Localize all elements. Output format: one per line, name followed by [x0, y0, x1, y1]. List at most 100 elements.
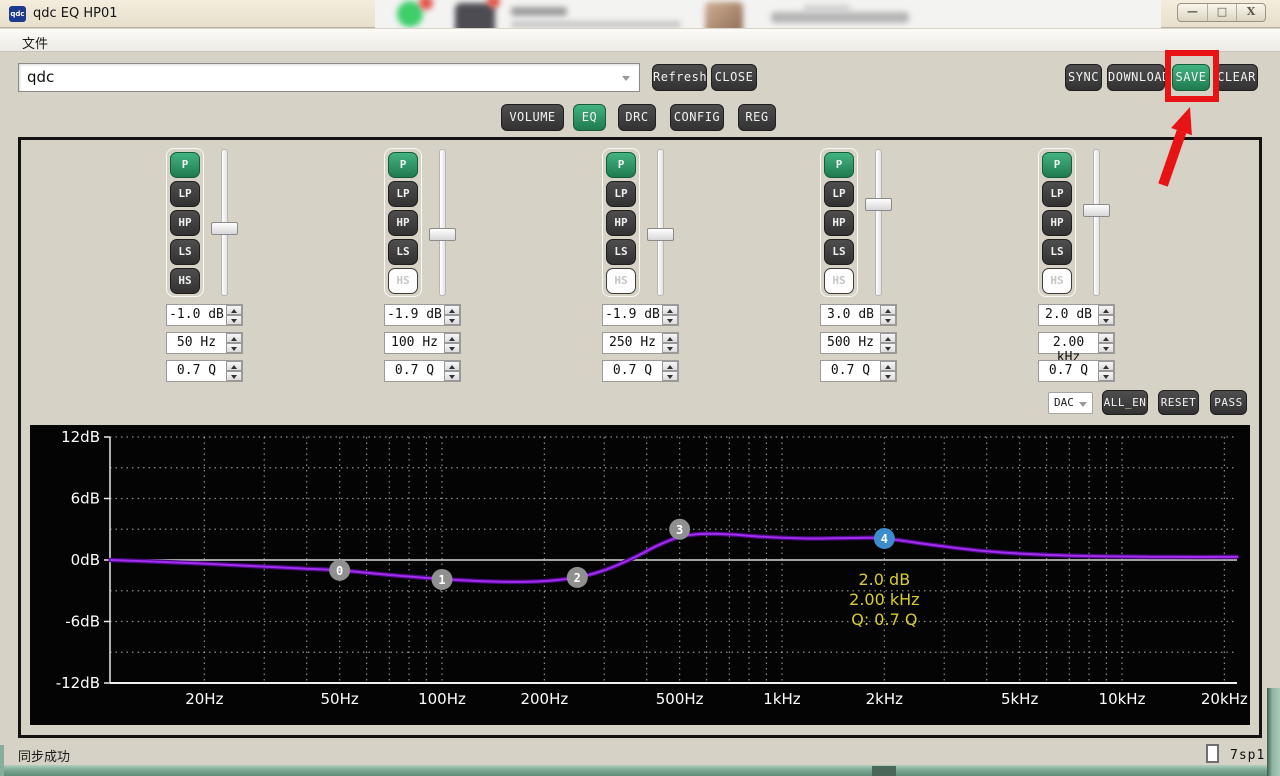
close-window-button[interactable]: X	[1236, 4, 1265, 21]
band3-filter-hs[interactable]: HS	[606, 268, 636, 294]
all-en-button[interactable]: ALL_EN	[1102, 390, 1148, 415]
spin-up-button[interactable]	[1098, 361, 1114, 371]
spin-up-button[interactable]	[1098, 333, 1114, 343]
spin-down-button[interactable]	[662, 371, 678, 381]
tab-reg[interactable]: REG	[738, 104, 776, 131]
band3-gain-slider-handle[interactable]	[647, 228, 674, 241]
band2-gain-slider-track[interactable]	[439, 149, 446, 296]
spin-down-button[interactable]	[662, 315, 678, 325]
spin-down-button[interactable]	[226, 371, 242, 381]
band5-gain-slider-handle[interactable]	[1083, 204, 1110, 217]
band2-gain-spinbox[interactable]: -1.9 dB	[384, 304, 461, 326]
spin-up-button[interactable]	[226, 305, 242, 315]
band5-filter-p[interactable]: P	[1042, 152, 1072, 178]
close-button[interactable]: CLOSE	[711, 64, 757, 91]
band1-filter-p[interactable]: P	[170, 152, 200, 178]
spin-down-button[interactable]	[444, 371, 460, 381]
spin-down-button[interactable]	[880, 315, 896, 325]
clear-button[interactable]: CLEAR	[1215, 64, 1258, 91]
band1-filter-lp[interactable]: LP	[170, 181, 200, 207]
spin-up-button[interactable]	[1098, 305, 1114, 315]
band3-freq-spinbox[interactable]: 250 Hz	[602, 332, 679, 354]
band5-gain-spinbox[interactable]: 2.0 dB	[1038, 304, 1115, 326]
sync-button[interactable]: SYNC	[1065, 64, 1102, 91]
download-button[interactable]: DOWNLOAD	[1107, 64, 1165, 91]
pass-button[interactable]: PASS	[1210, 390, 1247, 415]
band4-filter-hs[interactable]: HS	[824, 268, 854, 294]
band3-gain-spinbox[interactable]: -1.9 dB	[602, 304, 679, 326]
band3-filter-lp[interactable]: LP	[606, 181, 636, 207]
tab-volume[interactable]: VOLUME	[501, 104, 564, 131]
spin-up-button[interactable]	[226, 361, 242, 371]
band2-q-spinbox[interactable]: 0.7 Q	[384, 360, 461, 382]
band4-gain-spinbox[interactable]: 3.0 dB	[820, 304, 897, 326]
band5-filter-hp[interactable]: HP	[1042, 210, 1072, 236]
band1-filter-hs[interactable]: HS	[170, 268, 200, 294]
tab-drc[interactable]: DRC	[618, 104, 656, 131]
band4-filter-lp[interactable]: LP	[824, 181, 854, 207]
spin-up-button[interactable]	[444, 333, 460, 343]
band1-gain-slider-handle[interactable]	[211, 222, 238, 235]
band1-q-spinbox[interactable]: 0.7 Q	[166, 360, 243, 382]
eq-response-graph[interactable]: 12dB6dB0dB-6dB-12dB20Hz50Hz100Hz200Hz500…	[30, 425, 1250, 725]
band2-filter-hp[interactable]: HP	[388, 210, 418, 236]
band1-filter-hp[interactable]: HP	[170, 210, 200, 236]
spin-down-button[interactable]	[1098, 315, 1114, 325]
band3-filter-p[interactable]: P	[606, 152, 636, 178]
band3-filter-hp[interactable]: HP	[606, 210, 636, 236]
spin-up-button[interactable]	[662, 333, 678, 343]
minimize-button[interactable]: —	[1178, 4, 1207, 21]
save-button[interactable]: SAVE	[1172, 64, 1210, 91]
spin-down-button[interactable]	[1098, 343, 1114, 353]
spin-down-button[interactable]	[1098, 371, 1114, 381]
tab-eq[interactable]: EQ	[573, 104, 606, 131]
spin-down-button[interactable]	[880, 371, 896, 381]
band4-freq-spinbox[interactable]: 500 Hz	[820, 332, 897, 354]
spin-up-button[interactable]	[880, 305, 896, 315]
band2-filter-hs[interactable]: HS	[388, 268, 418, 294]
spin-down-button[interactable]	[444, 315, 460, 325]
spin-up-button[interactable]	[444, 305, 460, 315]
menu-file[interactable]: 文件	[16, 32, 54, 53]
band4-gain-slider-track[interactable]	[875, 149, 882, 296]
spin-up-button[interactable]	[662, 305, 678, 315]
spin-up-button[interactable]	[226, 333, 242, 343]
band3-q-spinbox[interactable]: 0.7 Q	[602, 360, 679, 382]
maximize-button[interactable]: □	[1207, 4, 1236, 21]
band3-filter-ls[interactable]: LS	[606, 239, 636, 265]
band4-gain-slider-handle[interactable]	[865, 198, 892, 211]
band4-q-spinbox[interactable]: 0.7 Q	[820, 360, 897, 382]
spin-up-button[interactable]	[662, 361, 678, 371]
band5-filter-lp[interactable]: LP	[1042, 181, 1072, 207]
band4-filter-hp[interactable]: HP	[824, 210, 854, 236]
band2-filter-ls[interactable]: LS	[388, 239, 418, 265]
band5-filter-hs[interactable]: HS	[1042, 268, 1072, 294]
spin-up-button[interactable]	[444, 361, 460, 371]
dac-combobox[interactable]: DAC	[1048, 392, 1093, 414]
band1-freq-spinbox[interactable]: 50 Hz	[166, 332, 243, 354]
spin-up-button[interactable]	[880, 333, 896, 343]
preset-combobox[interactable]: qdc	[18, 63, 640, 92]
band4-filter-ls[interactable]: LS	[824, 239, 854, 265]
band5-filter-ls[interactable]: LS	[1042, 239, 1072, 265]
band1-gain-spinbox[interactable]: -1.0 dB	[166, 304, 243, 326]
spin-up-button[interactable]	[880, 361, 896, 371]
band1-filter-ls[interactable]: LS	[170, 239, 200, 265]
band2-freq-spinbox[interactable]: 100 Hz	[384, 332, 461, 354]
spin-down-button[interactable]	[444, 343, 460, 353]
reset-button[interactable]: RESET	[1158, 390, 1199, 415]
spin-down-button[interactable]	[880, 343, 896, 353]
band2-filter-p[interactable]: P	[388, 152, 418, 178]
band4-filter-p[interactable]: P	[824, 152, 854, 178]
refresh-button[interactable]: Refresh	[652, 64, 707, 91]
band5-gain-slider-track[interactable]	[1093, 149, 1100, 296]
spin-down-button[interactable]	[226, 315, 242, 325]
band5-q-spinbox[interactable]: 0.7 Q	[1038, 360, 1115, 382]
band3-gain-slider-track[interactable]	[657, 149, 664, 296]
band5-freq-spinbox[interactable]: 2.00 kHz	[1038, 332, 1115, 354]
spin-down-button[interactable]	[662, 343, 678, 353]
spin-down-button[interactable]	[226, 343, 242, 353]
tab-config[interactable]: CONFIG	[670, 104, 724, 131]
band2-filter-lp[interactable]: LP	[388, 181, 418, 207]
band2-gain-slider-handle[interactable]	[429, 228, 456, 241]
